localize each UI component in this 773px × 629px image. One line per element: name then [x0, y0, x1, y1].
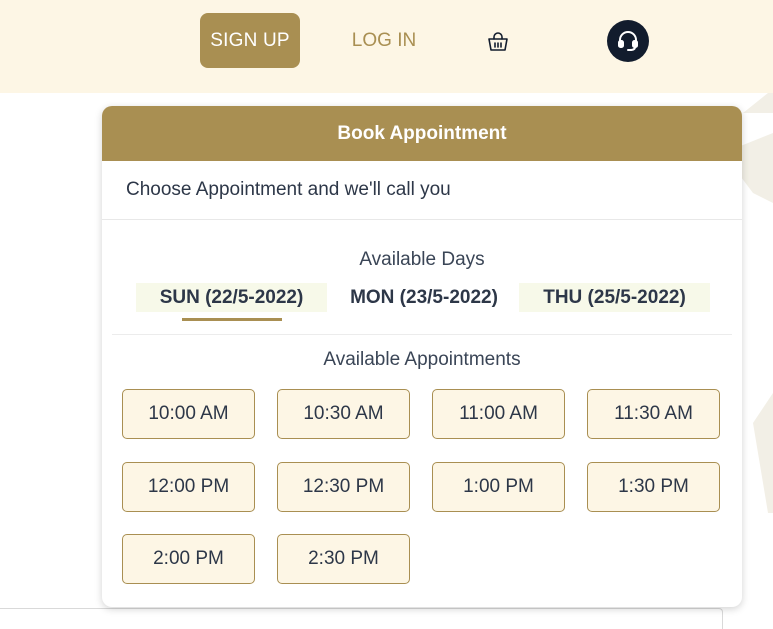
card-subtitle: Choose Appointment and we'll call you [102, 161, 742, 220]
tab-day-sun[interactable]: SUN (22/5-2022) [136, 283, 327, 312]
top-navbar: SIGN UP LOG IN [0, 0, 773, 93]
slot-button[interactable]: 12:00 PM [122, 462, 255, 512]
tab-day-mon[interactable]: MON (23/5-2022) [334, 283, 514, 312]
slot-button[interactable]: 2:00 PM [122, 534, 255, 584]
basket-icon[interactable] [484, 28, 512, 56]
headset-icon [615, 28, 641, 54]
book-appointment-card: Book Appointment Choose Appointment and … [102, 106, 742, 607]
support-button[interactable] [607, 20, 649, 62]
bottom-panel-edge [0, 608, 723, 629]
slot-button[interactable]: 11:00 AM [432, 389, 565, 439]
slot-button[interactable]: 10:30 AM [277, 389, 410, 439]
selected-day-indicator [182, 318, 282, 321]
slot-button[interactable]: 10:00 AM [122, 389, 255, 439]
day-tabs: SUN (22/5-2022) MON (23/5-2022) THU (25/… [102, 283, 742, 321]
slot-button[interactable]: 1:30 PM [587, 462, 720, 512]
slot-button[interactable]: 1:00 PM [432, 462, 565, 512]
log-in-button[interactable]: LOG IN [340, 13, 428, 68]
available-days-title: Available Days [359, 249, 485, 270]
tab-day-thu[interactable]: THU (25/5-2022) [519, 283, 710, 312]
available-appointments-title: Available Appointments [323, 349, 521, 370]
slot-button[interactable]: 2:30 PM [277, 534, 410, 584]
divider [112, 334, 732, 335]
slot-button[interactable]: 11:30 AM [587, 389, 720, 439]
sign-up-button[interactable]: SIGN UP [200, 13, 300, 68]
card-title: Book Appointment [102, 106, 742, 161]
slot-button[interactable]: 12:30 PM [277, 462, 410, 512]
